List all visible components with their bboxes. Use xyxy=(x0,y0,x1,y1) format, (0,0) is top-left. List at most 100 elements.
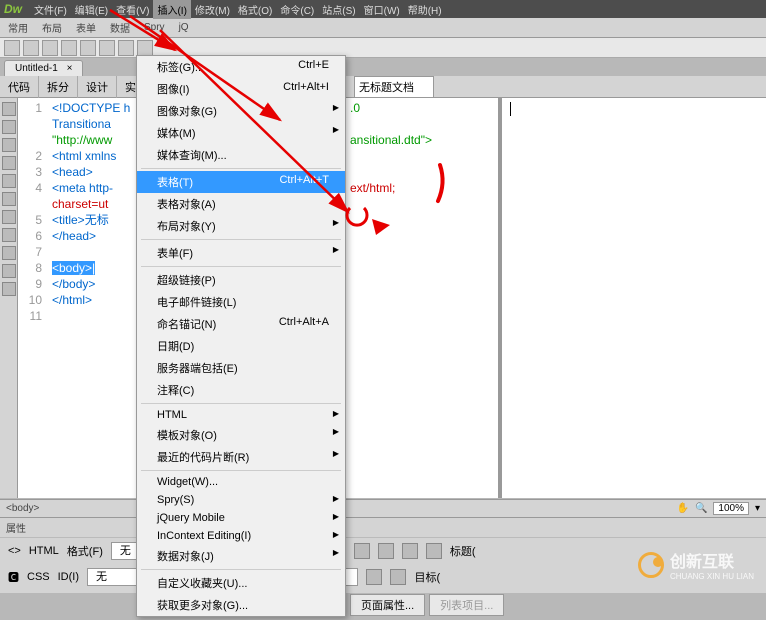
zoom-icon[interactable]: 🔍 xyxy=(695,503,707,514)
view-switcher: 代码 拆分 设计 实 xyxy=(0,76,766,98)
tool-icon[interactable] xyxy=(2,192,16,206)
menu-item[interactable]: jQuery Mobile xyxy=(137,509,345,527)
menu-item[interactable]: 模板对象(O) xyxy=(137,424,345,446)
toolbar-icon[interactable] xyxy=(23,40,39,56)
view-design[interactable]: 设计 xyxy=(78,76,117,98)
menu-item[interactable]: 表单(F) xyxy=(137,242,345,264)
title-input[interactable] xyxy=(354,76,434,98)
menu-separator xyxy=(141,266,341,267)
toolbar-icon[interactable] xyxy=(118,40,134,56)
link-icon[interactable] xyxy=(366,569,382,585)
menu-item[interactable]: 获取更多对象(G)... xyxy=(137,594,345,616)
view-split[interactable]: 拆分 xyxy=(39,76,78,98)
tb-data[interactable]: 数据 xyxy=(106,19,134,36)
menu-item[interactable]: Spry(S) xyxy=(137,491,345,509)
menu-item[interactable]: 命名锚记(N)Ctrl+Alt+A xyxy=(137,313,345,335)
menu-item[interactable]: 自定义收藏夹(U)... xyxy=(137,572,345,594)
tb-common[interactable]: 常用 xyxy=(4,19,32,36)
watermark: 创新互联 CHUANG XIN HU LIAN xyxy=(638,548,754,581)
toolbar-icon[interactable] xyxy=(80,40,96,56)
panel-title: 属性 xyxy=(0,518,766,538)
menu-insert[interactable]: 插入(I) xyxy=(153,0,190,19)
menu-separator xyxy=(141,239,341,240)
menu-item[interactable]: 服务器端包括(E) xyxy=(137,357,345,379)
folder-icon[interactable] xyxy=(390,569,406,585)
menu-item[interactable]: 数据对象(J) xyxy=(137,545,345,567)
menu-item[interactable]: 日期(D) xyxy=(137,335,345,357)
toolbar-icon[interactable] xyxy=(137,40,153,56)
text-cursor xyxy=(510,102,511,116)
tool-icon[interactable] xyxy=(2,102,16,116)
watermark-icon xyxy=(638,552,664,578)
outdent-icon[interactable] xyxy=(426,543,442,559)
view-code[interactable]: 代码 xyxy=(0,76,39,98)
css-icon[interactable]: 🅲 xyxy=(8,569,19,585)
menu-separator xyxy=(141,470,341,471)
menu-edit[interactable]: 编辑(E) xyxy=(71,0,112,19)
menu-item[interactable]: InContext Editing(I) xyxy=(137,527,345,545)
menu-item[interactable]: 表格(T)Ctrl+Alt+T xyxy=(137,171,345,193)
hand-icon[interactable]: ✋ xyxy=(676,503,688,514)
tool-icon[interactable] xyxy=(2,228,16,242)
watermark-subtext: CHUANG XIN HU LIAN xyxy=(670,572,754,581)
list-item-button[interactable]: 列表项目... xyxy=(429,594,504,616)
menu-format[interactable]: 格式(O) xyxy=(234,0,276,19)
document-tab[interactable]: Untitled-1 × xyxy=(4,60,83,76)
tool-icon[interactable] xyxy=(2,210,16,224)
status-bar: <body> ✋ 🔍 100% ▾ xyxy=(0,499,766,517)
menu-item[interactable]: HTML xyxy=(137,406,345,424)
tab-label: Untitled-1 xyxy=(15,63,58,74)
insert-menu-dropdown: 标签(G)...Ctrl+E图像(I)Ctrl+Alt+I图像对象(G)媒体(M… xyxy=(136,55,346,617)
menu-view[interactable]: 查看(V) xyxy=(112,0,153,19)
menu-item[interactable]: 超级链接(P) xyxy=(137,269,345,291)
close-icon[interactable]: × xyxy=(67,63,73,74)
tool-icon[interactable] xyxy=(2,156,16,170)
format-label: 格式(F) xyxy=(67,543,103,559)
page-props-button[interactable]: 页面属性... xyxy=(350,594,425,616)
menu-item[interactable]: 媒体查询(M)... xyxy=(137,144,345,166)
menu-item[interactable]: Widget(W)... xyxy=(137,473,345,491)
menu-site[interactable]: 站点(S) xyxy=(318,0,359,19)
menu-modify[interactable]: 修改(M) xyxy=(191,0,234,19)
insert-toolbar: 常用 布局 表单 数据 Spry jQ xyxy=(0,18,766,38)
toolbar-icon[interactable] xyxy=(61,40,77,56)
tool-icon[interactable] xyxy=(2,264,16,278)
design-view[interactable] xyxy=(498,98,766,498)
menu-command[interactable]: 命令(C) xyxy=(276,0,318,19)
menu-item[interactable]: 媒体(M) xyxy=(137,122,345,144)
indent-icon[interactable] xyxy=(402,543,418,559)
menu-file[interactable]: 文件(F) xyxy=(30,0,71,19)
tool-icon[interactable] xyxy=(2,120,16,134)
toolbar-icon[interactable] xyxy=(4,40,20,56)
tool-icon[interactable] xyxy=(2,174,16,188)
menu-window[interactable]: 窗口(W) xyxy=(360,0,404,19)
menu-item[interactable]: 图像对象(G) xyxy=(137,100,345,122)
chevron-down-icon[interactable]: ▾ xyxy=(755,503,760,514)
menu-item[interactable]: 图像(I)Ctrl+Alt+I xyxy=(137,78,345,100)
id-label: ID(I) xyxy=(58,571,79,583)
menu-item[interactable]: 布局对象(Y) xyxy=(137,215,345,237)
tb-layout[interactable]: 布局 xyxy=(38,19,66,36)
cursor-line: <body>| xyxy=(52,261,95,275)
list-icon[interactable] xyxy=(354,543,370,559)
app-logo: Dw xyxy=(4,2,22,16)
menu-item[interactable]: 表格对象(A) xyxy=(137,193,345,215)
menu-item[interactable]: 注释(C) xyxy=(137,379,345,401)
tag-path[interactable]: <body> xyxy=(6,503,39,514)
tool-icon[interactable] xyxy=(2,282,16,296)
tb-form[interactable]: 表单 xyxy=(72,19,100,36)
toolbar-icon[interactable] xyxy=(42,40,58,56)
html-icon[interactable]: <> xyxy=(8,545,21,557)
tool-icon[interactable] xyxy=(2,246,16,260)
menu-item[interactable]: 电子邮件链接(L) xyxy=(137,291,345,313)
menu-item[interactable]: 最近的代码片断(R) xyxy=(137,446,345,468)
watermark-text: 创新互联 xyxy=(670,548,754,572)
menu-item[interactable]: 标签(G)...Ctrl+E xyxy=(137,56,345,78)
tool-icon[interactable] xyxy=(2,138,16,152)
list-icon[interactable] xyxy=(378,543,394,559)
menu-help[interactable]: 帮助(H) xyxy=(404,0,446,19)
zoom-value[interactable]: 100% xyxy=(713,502,749,515)
tb-spry[interactable]: Spry xyxy=(140,21,169,34)
toolbar-icon[interactable] xyxy=(99,40,115,56)
tb-jq[interactable]: jQ xyxy=(175,21,193,34)
